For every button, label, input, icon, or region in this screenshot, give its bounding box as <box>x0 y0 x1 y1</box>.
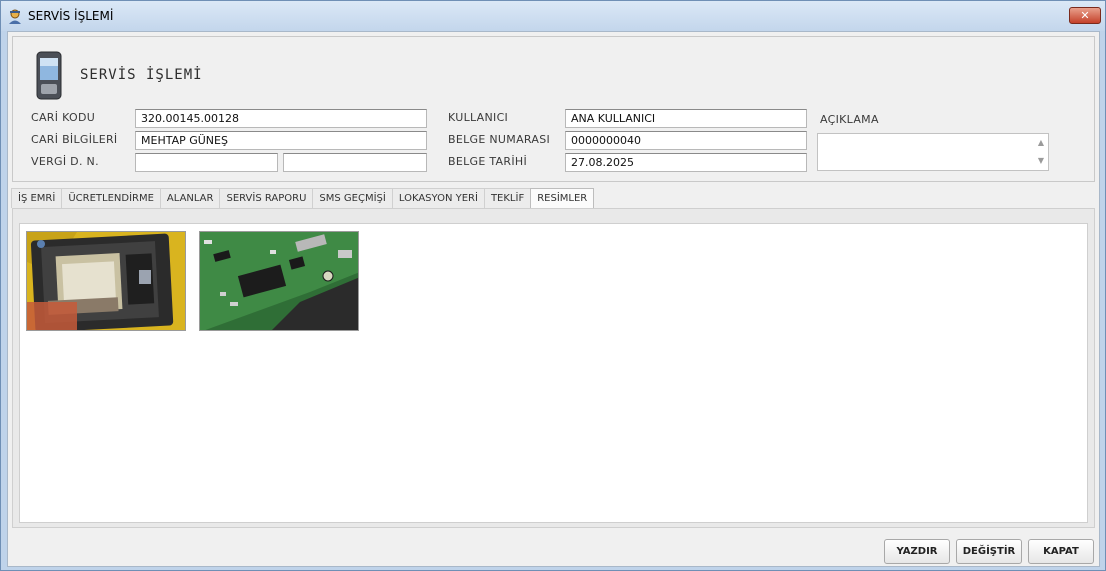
scroll-up-icon[interactable]: ▲ <box>1038 138 1044 147</box>
kullanici-field[interactable]: ANA KULLANICI <box>565 109 807 128</box>
tab-alanlar[interactable]: ALANLAR <box>159 188 221 208</box>
cari-kodu-field[interactable]: 320.00145.00128 <box>135 109 427 128</box>
cari-bilgileri-label: CARİ BİLGİLERİ <box>31 133 118 146</box>
resimler-tab-page <box>12 208 1095 528</box>
belge-numarasi-field[interactable]: 0000000040 <box>565 131 807 150</box>
service-window: SERVİS İŞLEMİ ✕ SERVİS İŞLEMİ CARİ KODU … <box>0 0 1106 571</box>
tab-resimler[interactable]: RESİMLER <box>530 188 595 209</box>
kullanici-label: KULLANICI <box>448 111 509 124</box>
belge-tarihi-field[interactable]: 27.08.2025 <box>565 153 807 172</box>
image-thumb-phone-battery[interactable] <box>26 231 186 331</box>
tab-is-emri[interactable]: İŞ EMRİ <box>11 188 63 208</box>
tab-ucretlendirme[interactable]: ÜCRETLENDİRME <box>61 188 161 208</box>
tab-strip: İŞ EMRİ ÜCRETLENDİRME ALANLAR SERVİS RAP… <box>11 188 595 209</box>
header-panel: SERVİS İŞLEMİ CARİ KODU 320.00145.00128 … <box>12 36 1095 182</box>
form-title: SERVİS İŞLEMİ <box>80 67 203 83</box>
mobile-phone-icon <box>36 51 62 100</box>
cari-kodu-label: CARİ KODU <box>31 111 96 124</box>
print-button[interactable]: YAZDIR <box>884 539 950 564</box>
tab-lokasyon-yeri[interactable]: LOKASYON YERİ <box>391 188 485 208</box>
close-button[interactable]: KAPAT <box>1028 539 1094 564</box>
window-title: SERVİS İŞLEMİ <box>28 9 114 23</box>
technician-icon <box>9 9 21 24</box>
tab-teklif[interactable]: TEKLİF <box>483 188 532 208</box>
image-thumb-circuit-board[interactable] <box>199 231 359 331</box>
scroll-down-icon[interactable]: ▼ <box>1038 156 1044 165</box>
vergi-no-field[interactable] <box>283 153 427 172</box>
cari-bilgileri-field[interactable]: MEHTAP GÜNEŞ <box>135 131 427 150</box>
tab-servis-raporu[interactable]: SERVİS RAPORU <box>219 188 314 208</box>
aciklama-label: AÇIKLAMA <box>820 113 879 126</box>
aciklama-memo[interactable]: ▲ ▼ <box>817 133 1049 171</box>
phone-battery-photo <box>27 232 185 330</box>
belge-tarihi-label: BELGE TARİHİ <box>448 155 527 168</box>
title-bar: SERVİS İŞLEMİ ✕ <box>1 1 1105 31</box>
tab-sms-gecmisi[interactable]: SMS GEÇMİŞİ <box>312 188 393 208</box>
window-close-button[interactable]: ✕ <box>1069 7 1101 24</box>
belge-numarasi-label: BELGE NUMARASI <box>448 133 551 146</box>
change-button[interactable]: DEĞİŞTİR <box>956 539 1022 564</box>
vergi-dairesi-field[interactable] <box>135 153 278 172</box>
client-area: SERVİS İŞLEMİ CARİ KODU 320.00145.00128 … <box>7 31 1100 567</box>
image-gallery <box>19 223 1088 523</box>
circuit-board-photo <box>200 232 358 330</box>
vergi-label: VERGİ D. N. <box>31 155 99 168</box>
